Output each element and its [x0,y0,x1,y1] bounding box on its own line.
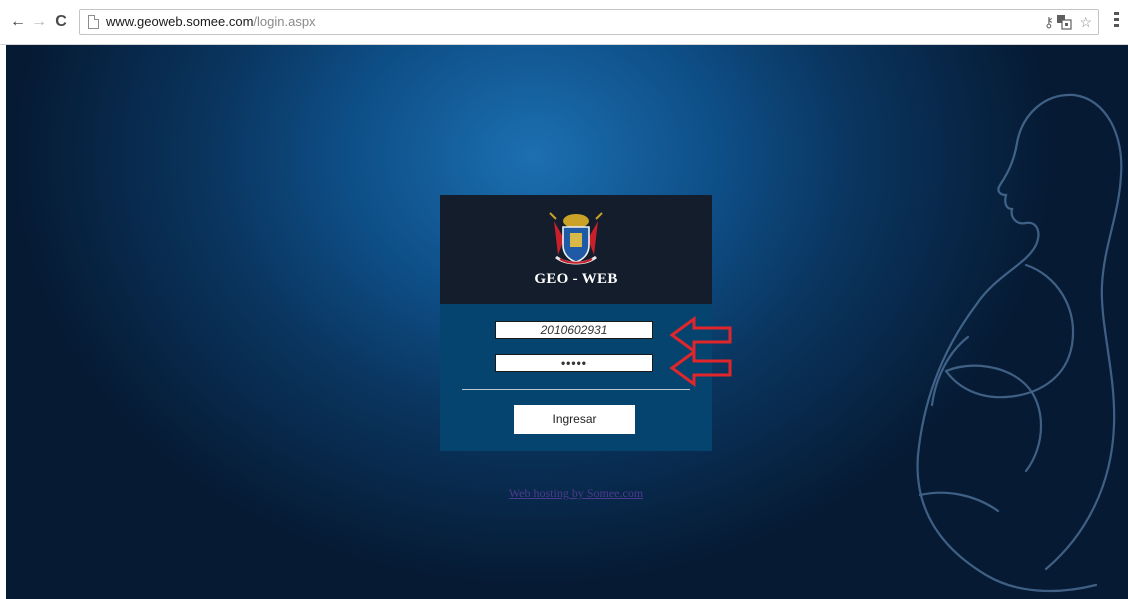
pregnant-woman-silhouette [916,93,1123,593]
url-path: /login.aspx [253,14,316,29]
key-icon[interactable]: ⚷ [1044,14,1054,30]
hosting-link[interactable]: Web hosting by Somee.com [6,486,1128,501]
coat-of-arms-logo [549,212,603,265]
reload-icon[interactable]: C [52,13,70,31]
menu-icon[interactable] [1110,12,1124,30]
browser-toolbar: ← → C www.geoweb.somee.com/login.aspx ⚷ … [0,0,1128,45]
password-input[interactable]: ••••• [495,354,653,372]
login-header: GEO - WEB [440,195,712,304]
address-bar[interactable]: www.geoweb.somee.com/login.aspx ⚷ ☆ [79,9,1099,35]
translate-glyph [1057,15,1072,30]
app-title: GEO - WEB [534,271,618,287]
star-icon[interactable]: ☆ [1079,14,1092,30]
forward-arrow-icon[interactable]: → [30,13,48,31]
page-viewport: GEO - WEB 2010602931 ••••• Ingresar Web … [6,45,1128,599]
translate-icon[interactable] [1056,14,1072,33]
form-divider [462,389,690,390]
url-host: www.geoweb.somee.com [106,14,254,29]
username-input[interactable]: 2010602931 [495,321,653,339]
back-arrow-icon[interactable]: ← [9,13,27,31]
address-url[interactable]: www.geoweb.somee.com/login.aspx [106,14,316,29]
page-icon [88,15,99,29]
login-button[interactable]: Ingresar [514,405,635,434]
annotation-arrow-icon [669,349,732,387]
